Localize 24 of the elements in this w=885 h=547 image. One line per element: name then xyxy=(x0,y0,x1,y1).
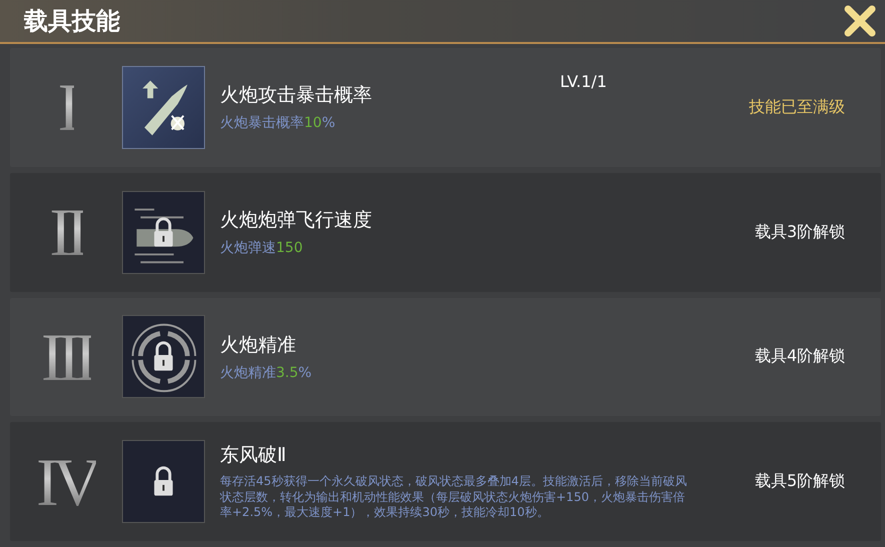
lock-icon xyxy=(154,342,173,372)
lock-icon xyxy=(154,466,173,496)
skill-description: 每存活45秒获得一个永久破风状态，破风状态最多叠加4层。技能激活后，移除当前破风状态层数，转化为输出和机动性能效果（每层破风状态火炮伤害+150，火炮暴击伤害倍率+2.5%，最大速度+1），效果持续30秒，技能冷却10秒。 xyxy=(220,474,688,522)
skill-description: 火炮暴击概率10% xyxy=(220,114,336,132)
skill-status: 技能已至满级 xyxy=(749,96,845,118)
skill-row[interactable]: III 火炮精准 火炮精准3.5% 载具4阶解锁 xyxy=(10,298,881,416)
crosshair-icon xyxy=(132,324,196,392)
skill-name: 火炮精准 xyxy=(220,332,297,358)
lock-icon xyxy=(154,217,173,246)
skill-description: 火炮精准3.5% xyxy=(220,364,313,382)
skill-status: 载具4阶解锁 xyxy=(754,346,845,368)
skill-status: 载具3阶解锁 xyxy=(754,222,845,243)
skill-name: 火炮炮弹飞行速度 xyxy=(220,208,373,234)
skill-status: 载具5阶解锁 xyxy=(754,471,845,492)
skill-description: 火炮弹速150 xyxy=(220,239,304,258)
skill-level: LV.1/1 xyxy=(560,72,608,91)
skill-name: 东风破Ⅱ xyxy=(220,443,288,468)
skill-name: 火炮攻击暴击概率 xyxy=(220,83,373,108)
skill-row[interactable]: II 火炮炮弹飞行速度 火炮弹速150 载具3阶解锁 xyxy=(10,172,881,292)
skill-row[interactable]: IV 东风破Ⅱ 每存活45秒获得一个永久破风状态，破风状态最多叠加4层。技能激活后，移除当前破风状态层数，转化为输出和机动性能效果（每层破风状态火炮伤害+150，火炮暴击伤害倍率+2.5%，最大速度+1），效果持续30秒，技能冷却10秒。 载具5阶解锁 xyxy=(10,422,881,541)
panel-title: 载具技能 xyxy=(24,6,120,37)
shell-icon xyxy=(142,80,188,136)
skill-row[interactable]: I 火炮攻击暴击概率 火炮暴击概率10% LV.1/1 技能已至满级 xyxy=(10,48,881,167)
close-button[interactable] xyxy=(843,4,877,38)
